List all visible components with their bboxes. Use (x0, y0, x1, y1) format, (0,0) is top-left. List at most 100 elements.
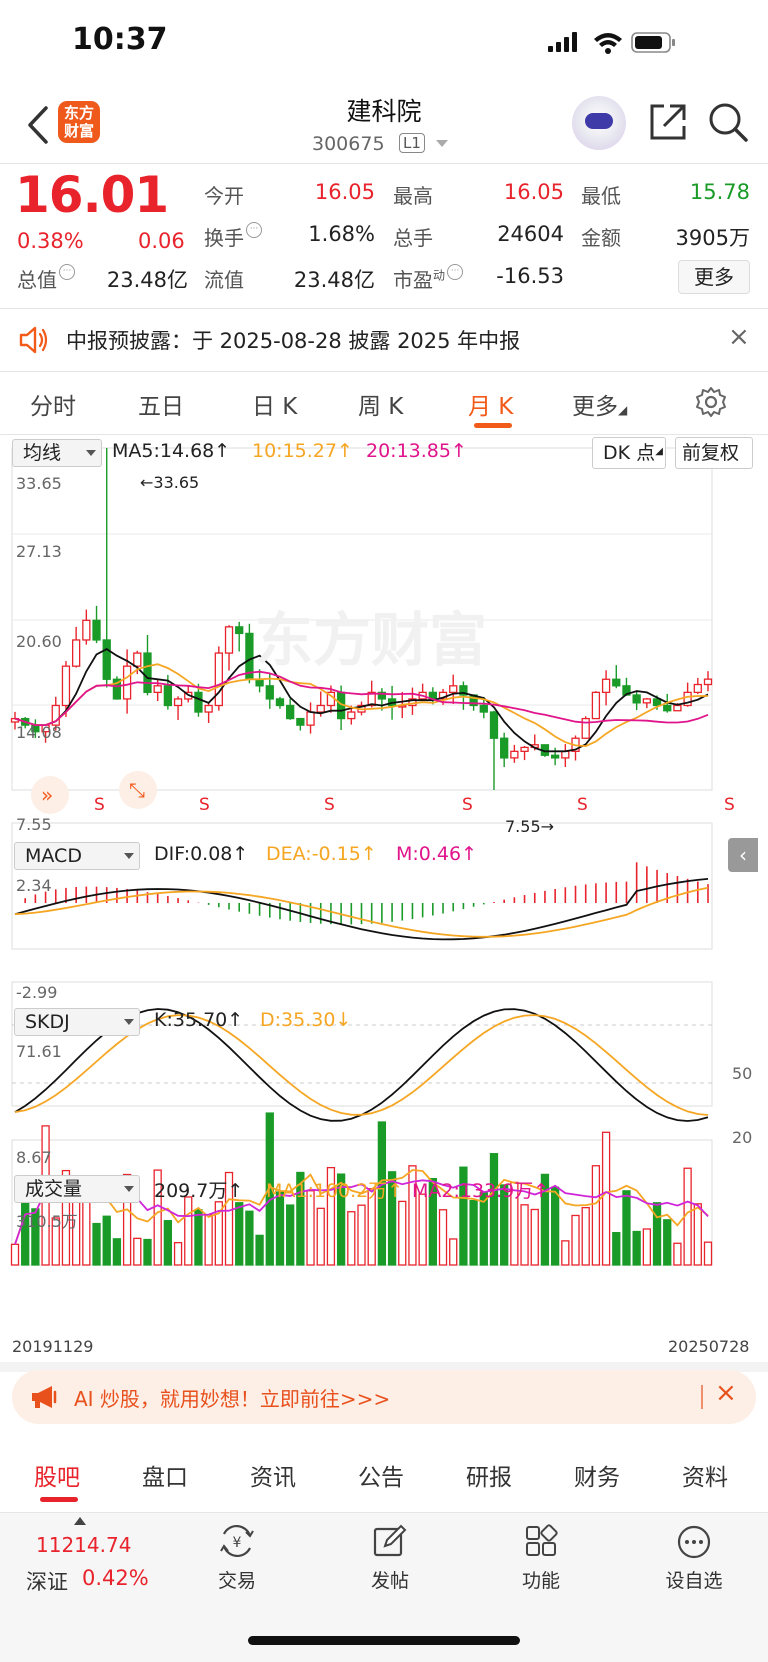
volume-bar (82, 1193, 91, 1266)
volume-ma2: MA2:133.9万↑ (412, 1180, 550, 1202)
macd-dea: DEA:-0.15↑ (266, 843, 377, 865)
compose-icon[interactable] (372, 1524, 408, 1560)
index-value[interactable]: 11214.74 (36, 1533, 131, 1557)
candle-body (510, 750, 519, 759)
volume-select[interactable]: 成交量 (14, 1175, 140, 1203)
low-label: 最低 (581, 184, 621, 208)
candle-body (275, 698, 285, 707)
volume-bar (245, 1210, 254, 1266)
kline-chart[interactable]: S S S S S S » ⤡ 东方财富 (0, 433, 768, 1353)
candle-body (153, 685, 162, 694)
close-icon[interactable]: × (728, 322, 750, 352)
index-name[interactable]: 深证 (26, 1566, 68, 1596)
grid-icon[interactable] (524, 1524, 560, 1560)
volume-bar (316, 1207, 325, 1266)
candle-body (163, 685, 173, 707)
kdj-select[interactable]: SKDJ (14, 1008, 140, 1036)
kdj-y-top: 71.61 (16, 1042, 62, 1061)
tab-news[interactable]: 资讯 (250, 1458, 296, 1492)
tab-intraday[interactable]: 分时 (30, 387, 76, 421)
volume-bar (438, 1209, 448, 1266)
ma-select[interactable]: 均线 (12, 439, 102, 467)
candle-body (224, 626, 234, 654)
candle-body (92, 619, 101, 641)
tab-profile[interactable]: 资料 (682, 1458, 728, 1492)
amount-value: 3905万 (675, 226, 750, 250)
ai-banner-text[interactable]: AI 炒股，就用妙想！立即前往>>> (74, 1383, 390, 1412)
volume-bar (550, 1186, 560, 1266)
candle-body (316, 704, 325, 713)
volume-bar (10, 1243, 20, 1266)
search-icon[interactable] (706, 100, 750, 144)
tab-financials[interactable]: 财务 (574, 1458, 620, 1492)
expand-up-icon[interactable] (74, 1517, 86, 1525)
info-icon[interactable]: ··· (447, 264, 464, 280)
max-price-marker: ←33.65 (140, 473, 200, 492)
more-dots-icon[interactable] (676, 1524, 712, 1560)
expand-left-icon: » (41, 783, 53, 807)
volume-bar (581, 1206, 590, 1266)
candle-body (449, 685, 458, 694)
macd-select[interactable]: MACD (14, 842, 140, 870)
disclosure-text: 中报预披露：于 2025-08-28 披露 2025 年中报 (66, 329, 521, 353)
volume-bar (347, 1211, 356, 1266)
tab-daily-k[interactable]: 日 K (252, 387, 297, 421)
macd-y-top: 2.34 (16, 876, 52, 895)
adjust-button[interactable]: 前复权 (675, 437, 753, 469)
home-indicator (248, 1636, 520, 1645)
candle-body (479, 704, 488, 713)
volume-bar (520, 1204, 529, 1266)
svg-text:¥: ¥ (233, 1535, 242, 1551)
tab-announcements[interactable]: 公告 (358, 1458, 404, 1492)
volume-bar (601, 1131, 611, 1266)
add-watchlist-button[interactable]: 设自选 (644, 1566, 744, 1593)
close-icon[interactable]: × (715, 1378, 737, 1408)
chevron-down-icon[interactable] (436, 140, 448, 147)
tab-research[interactable]: 研报 (466, 1458, 512, 1492)
stock-code: 300675 (312, 133, 385, 155)
sell-signal-label: S (324, 795, 335, 815)
volume-bar (163, 1220, 173, 1266)
tab-monthly-k[interactable]: 月 K (468, 387, 513, 421)
volume-bar (652, 1202, 662, 1266)
tab-order-book[interactable]: 盘口 (142, 1458, 188, 1492)
current-price: 16.01 (15, 166, 169, 224)
tab-weekly-k[interactable]: 周 K (358, 387, 403, 421)
trade-icon[interactable]: ¥ (218, 1524, 256, 1560)
volume-bar (173, 1241, 183, 1266)
dk-point-button[interactable]: DK 点 ◢ (592, 437, 666, 469)
gear-icon[interactable] (694, 385, 728, 419)
volume-bar (632, 1230, 641, 1266)
tab-guba[interactable]: 股吧 (34, 1458, 80, 1492)
macd-y-bottom: -2.99 (16, 983, 58, 1002)
more-quote-button[interactable]: 更多 (678, 260, 750, 294)
active-tab-indicator (40, 1497, 78, 1502)
volume-bar (530, 1208, 539, 1266)
volume-bar (112, 1238, 122, 1266)
kdj-level-low: 20 (732, 1128, 753, 1147)
turnover-label: 换手 ··· (204, 222, 262, 251)
pe-value: -16.53 (496, 264, 564, 288)
candle-body (306, 711, 315, 726)
info-icon[interactable]: ··· (59, 264, 75, 280)
functions-button[interactable]: 功能 (491, 1566, 591, 1593)
collapse-side-icon[interactable]: ‹ (728, 838, 758, 872)
candle-body (286, 704, 295, 720)
info-icon[interactable]: ··· (246, 222, 262, 238)
level-badge[interactable]: L1 (399, 133, 425, 153)
tab-5day[interactable]: 五日 (138, 387, 184, 421)
index-change[interactable]: 0.42% (82, 1566, 149, 1590)
fullscreen-icon: ⤡ (129, 778, 145, 802)
tab-more[interactable]: 更多◢ (572, 387, 627, 421)
volume-bar (184, 1196, 193, 1266)
ma5-legend: MA5:14.68↑ (112, 440, 231, 462)
volume-bar (255, 1234, 264, 1266)
volume-bar (561, 1240, 570, 1266)
ma10-legend: 10:15.27↑ (252, 440, 353, 462)
trade-button[interactable]: 交易 (187, 1566, 287, 1593)
post-button[interactable]: 发帖 (340, 1566, 440, 1593)
wifi-icon (594, 33, 622, 54)
volume-bar (194, 1209, 203, 1266)
share-icon[interactable] (646, 100, 690, 144)
candle-body (214, 652, 223, 707)
